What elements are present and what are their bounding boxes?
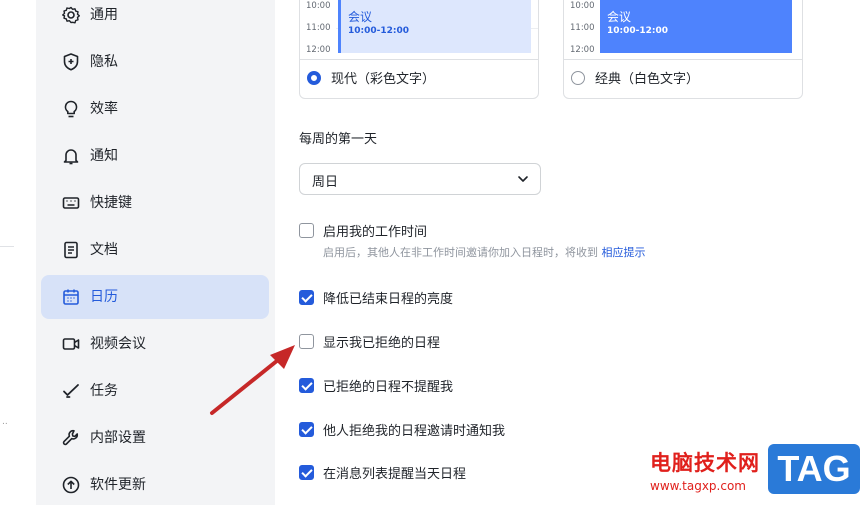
time-label: 12:00 <box>306 45 331 55</box>
sidebar-item-label: 任务 <box>90 383 118 399</box>
check-icon <box>63 384 79 398</box>
lightbulb-icon <box>64 100 78 118</box>
working-hours-hint: 启用后，其他人在非工作时间邀请你加入日程时，将收到 相应提示 <box>323 244 646 260</box>
calendar-settings-panel: 10:00 11:00 12:00 会议 10:00-12:00 现代（彩色文字… <box>275 0 866 505</box>
sidebar-item-general[interactable]: 通用 <box>41 0 269 37</box>
sidebar-item-notifications[interactable]: 通知 <box>41 134 269 178</box>
radio-button[interactable] <box>307 70 321 85</box>
hint-text: 启用后，其他人在非工作时间邀请你加入日程时，将收到 <box>323 246 598 259</box>
arrow-up-circle-icon <box>62 476 80 494</box>
sidebar-item-label: 文档 <box>90 242 118 258</box>
sample-event: 会议 10:00-12:00 <box>600 0 792 53</box>
week-start-select[interactable]: 周日 <box>299 163 541 195</box>
checkbox-label: 在消息列表提醒当天日程 <box>323 467 467 482</box>
checkbox[interactable] <box>299 465 314 480</box>
sidebar-item-label: 日历 <box>90 289 118 305</box>
option-no-remind-declined[interactable]: 已拒绝的日程不提醒我 <box>299 376 453 395</box>
event-title: 会议 <box>607 10 632 24</box>
sidebar-item-calendar[interactable]: 日历 <box>41 275 269 319</box>
event-time: 10:00-12:00 <box>348 26 410 36</box>
sidebar-item-efficiency[interactable]: 效率 <box>41 87 269 131</box>
time-label: 12:00 <box>570 45 595 55</box>
option-remind-today-in-messages[interactable]: 在消息列表提醒当天日程 <box>299 463 466 482</box>
keyboard-icon <box>62 197 80 209</box>
calendar-icon <box>63 289 79 305</box>
shield-icon <box>63 53 79 71</box>
video-icon <box>62 338 80 350</box>
divider <box>0 246 14 247</box>
checkbox-label: 显示我已拒绝的日程 <box>323 336 441 351</box>
time-label: 11:00 <box>306 23 331 33</box>
checkbox-label: 他人拒绝我的日程邀请时通知我 <box>323 424 506 439</box>
hint-link[interactable]: 相应提示 <box>602 246 646 259</box>
sidebar-item-label: 内部设置 <box>90 430 146 446</box>
document-icon <box>64 241 78 259</box>
checkbox[interactable] <box>299 223 314 238</box>
sidebar-item-label: 通知 <box>90 148 118 164</box>
settings-sidebar: 通用 隐私 效率 通知 快捷键 文档 日历 视频会议 任务 内部设置 软件更新 <box>36 0 275 505</box>
sidebar-item-docs[interactable]: 文档 <box>41 228 269 272</box>
option-show-declined-events[interactable]: 显示我已拒绝的日程 <box>299 332 440 351</box>
week-start-label: 每周的第一天 <box>299 132 378 147</box>
gear-icon <box>62 6 80 24</box>
dots-decoration: .. <box>2 417 8 427</box>
sidebar-item-software-update[interactable]: 软件更新 <box>41 463 269 507</box>
sidebar-item-privacy[interactable]: 隐私 <box>41 40 269 84</box>
checkbox-label: 启用我的工作时间 <box>323 225 428 240</box>
radio-button[interactable] <box>571 70 585 85</box>
wrench-icon <box>62 429 79 446</box>
time-label: 10:00 <box>570 1 595 11</box>
option-label: 经典（白色文字） <box>595 72 700 87</box>
watermark-url: www.tagxp.com <box>650 479 746 493</box>
annotation-arrow <box>210 345 295 415</box>
checkbox[interactable] <box>299 290 314 305</box>
chevron-down-icon <box>518 176 528 182</box>
theme-card-modern[interactable]: 10:00 11:00 12:00 会议 10:00-12:00 现代（彩色文字… <box>299 0 539 99</box>
working-hours-checkbox-row[interactable]: 启用我的工作时间 <box>299 221 427 240</box>
checkbox-label: 降低已结束日程的亮度 <box>323 292 454 307</box>
select-value: 周日 <box>312 175 339 190</box>
time-label: 10:00 <box>306 1 331 11</box>
sidebar-item-label: 快捷键 <box>90 195 132 211</box>
card-divider <box>300 59 538 60</box>
watermark-badge: TAG <box>768 444 860 494</box>
sidebar-item-label: 通用 <box>90 7 118 23</box>
theme-option-classic[interactable]: 经典（白色文字） <box>571 68 699 87</box>
event-time: 10:00-12:00 <box>607 26 669 36</box>
theme-option-modern[interactable]: 现代（彩色文字） <box>307 68 435 87</box>
watermark-site-name: 电脑技术网 <box>650 451 760 475</box>
sidebar-item-label: 软件更新 <box>90 477 146 493</box>
option-notify-invite-declined[interactable]: 他人拒绝我的日程邀请时通知我 <box>299 420 505 439</box>
time-label: 11:00 <box>570 23 595 33</box>
sidebar-item-label: 效率 <box>90 101 118 117</box>
sample-event: 会议 10:00-12:00 <box>338 0 531 53</box>
left-edge-strip: .. <box>0 0 36 505</box>
sidebar-item-label: 隐私 <box>90 54 118 70</box>
checkbox-label: 已拒绝的日程不提醒我 <box>323 380 454 395</box>
option-label: 现代（彩色文字） <box>331 72 436 87</box>
card-divider <box>564 59 802 60</box>
bell-icon <box>63 149 79 165</box>
sidebar-item-shortcuts[interactable]: 快捷键 <box>41 181 269 225</box>
event-title: 会议 <box>348 10 373 24</box>
sidebar-item-label: 视频会议 <box>90 336 146 352</box>
theme-card-classic[interactable]: 10:00 11:00 12:00 会议 10:00-12:00 经典（白色文字… <box>563 0 803 99</box>
option-dim-ended-events[interactable]: 降低已结束日程的亮度 <box>299 288 453 307</box>
